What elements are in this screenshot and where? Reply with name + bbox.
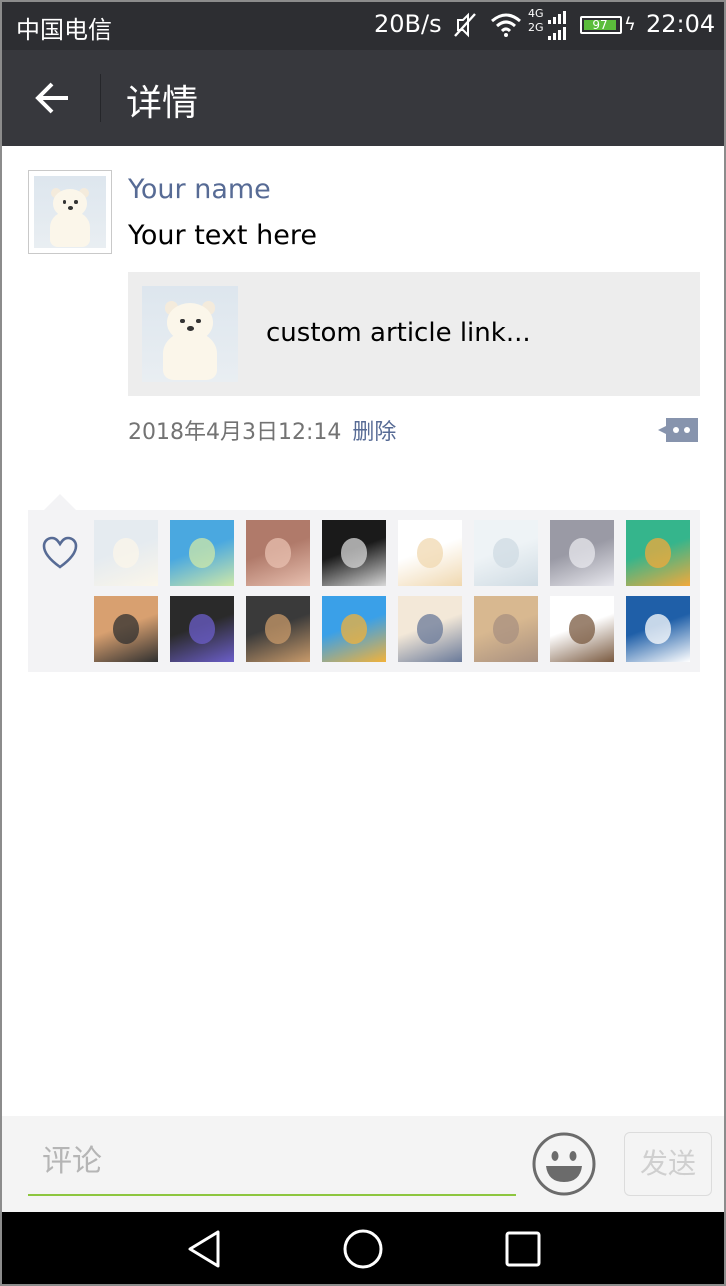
post-timestamp: 2018年4月3日12:14: [128, 420, 342, 445]
poster-avatar[interactable]: [28, 170, 112, 254]
article-title: custom article link...: [266, 318, 531, 348]
emoji-icon[interactable]: [532, 1132, 596, 1196]
girl-glasses-avatar[interactable]: [246, 520, 310, 586]
cute-bear-avatar[interactable]: [550, 596, 614, 662]
dark-face-avatar[interactable]: [322, 520, 386, 586]
anime-boy-avatar[interactable]: [170, 520, 234, 586]
comment-icon[interactable]: [656, 416, 700, 444]
bunny-girl-avatar[interactable]: [398, 596, 462, 662]
network-speed: 20B/s: [374, 10, 442, 38]
system-nav-bar: [0, 1212, 726, 1286]
wifi-icon: [491, 13, 521, 37]
page-title: 详情: [126, 83, 199, 124]
nav-back-icon[interactable]: [184, 1228, 226, 1270]
signal-icon: 4G 2G: [528, 8, 572, 42]
headphone-girl-avatar[interactable]: [322, 596, 386, 662]
mute-icon: [454, 12, 476, 38]
cartoon-cat-avatar[interactable]: [398, 520, 462, 586]
dog-avatar[interactable]: [246, 596, 310, 662]
carrier-label: 中国电信: [16, 16, 112, 44]
post-meta: 2018年4月3日12:14 删除: [128, 414, 396, 446]
poster-name[interactable]: Your name: [128, 174, 271, 205]
article-link-card[interactable]: custom article link...: [128, 272, 700, 396]
sleeping-cat-avatar[interactable]: [550, 520, 614, 586]
comment-bar: 发送: [0, 1116, 726, 1212]
app-grid-avatar[interactable]: [170, 596, 234, 662]
mountain-placeholder-avatar[interactable]: [474, 520, 538, 586]
back-arrow-icon[interactable]: [30, 76, 74, 120]
comment-input[interactable]: [28, 1128, 516, 1196]
heart-icon: [42, 536, 78, 569]
status-bar: 中国电信 20B/s 4G 2G 97 ϟ 22:04: [0, 0, 726, 50]
header-divider: [100, 74, 101, 122]
post-text: Your text here: [128, 220, 317, 251]
bear-avatar[interactable]: [94, 520, 158, 586]
clock: 22:04: [646, 10, 716, 38]
send-button[interactable]: 发送: [624, 1132, 712, 1196]
logo-letters-avatar[interactable]: [626, 596, 690, 662]
likes-pointer: [44, 494, 76, 510]
blurred-avatar[interactable]: [474, 596, 538, 662]
charging-icon: ϟ: [624, 14, 636, 35]
camera-girl-avatar[interactable]: [94, 596, 158, 662]
battery-icon: 97: [580, 16, 622, 34]
delete-button[interactable]: 删除: [352, 420, 396, 445]
nav-recents-icon[interactable]: [502, 1228, 544, 1270]
likes-panel: [28, 510, 700, 672]
nav-home-icon[interactable]: [342, 1228, 384, 1270]
title-bar: 详情: [0, 50, 726, 146]
article-thumbnail: [142, 286, 238, 382]
battery-level: 97: [592, 18, 608, 32]
daima-app-avatar[interactable]: [626, 520, 690, 586]
